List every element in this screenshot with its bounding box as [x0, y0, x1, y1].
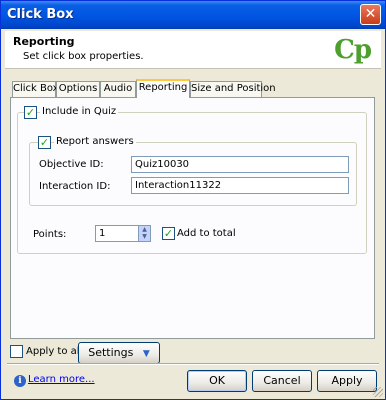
report-answers-label: Report answers — [54, 136, 136, 147]
title-bar[interactable]: Click Box ✕ — [1, 1, 385, 29]
spin-up-icon[interactable]: ▲ — [139, 226, 150, 233]
settings-label: Settings — [88, 346, 134, 359]
include-in-quiz-label: Include in Quiz — [40, 106, 119, 117]
tab-label: Audio — [103, 83, 133, 94]
interaction-id-label: Interaction ID: — [39, 181, 111, 192]
spin-down-icon[interactable]: ▼ — [139, 233, 150, 240]
close-icon: ✕ — [364, 6, 377, 22]
add-to-total-label: Add to total — [177, 228, 236, 239]
resize-grip-icon[interactable] — [373, 387, 383, 397]
apply-to-all-label: Apply to all — [26, 346, 83, 357]
info-icon: i — [14, 375, 26, 387]
window-title: Click Box — [7, 7, 74, 22]
include-in-quiz-checkbox[interactable]: ✓ — [24, 106, 37, 119]
captivate-logo-icon: Cp — [334, 35, 372, 65]
report-answers-checkbox[interactable]: ✓ — [38, 136, 51, 149]
tab-click-box[interactable]: Click Box — [12, 81, 59, 97]
objective-id-label: Objective ID: — [39, 159, 104, 170]
dialog-header: Reporting Set click box properties. Cp — [5, 31, 381, 69]
click-box-dialog: Click Box ✕ Reporting Set click box prop… — [0, 0, 386, 400]
points-spinner[interactable]: ▲ ▼ — [138, 225, 151, 242]
tab-label: Options — [58, 83, 98, 94]
objective-id-field[interactable]: Quiz10030 — [131, 156, 349, 173]
header-subtitle: Set click box properties. — [23, 51, 144, 62]
tab-label: Click Box — [13, 83, 59, 94]
tab-reporting[interactable]: Reporting — [136, 79, 190, 98]
settings-button[interactable]: Settings ▼ — [78, 342, 160, 364]
reporting-panel: ✓ Include in Quiz ✓ Report answers Objec… — [10, 97, 375, 339]
tab-label: Reporting — [138, 82, 188, 93]
tab-size-and-position[interactable]: Size and Position — [190, 81, 276, 97]
footer-divider — [7, 363, 379, 365]
points-label: Points: — [33, 229, 67, 240]
learn-more-link[interactable]: Learn more... — [28, 374, 95, 385]
ok-button[interactable]: OK — [187, 370, 247, 392]
tab-audio[interactable]: Audio — [100, 81, 136, 97]
points-field[interactable]: 1 — [95, 225, 139, 242]
close-button[interactable]: ✕ — [360, 4, 381, 25]
header-title: Reporting — [13, 35, 75, 48]
tab-label: Size and Position — [191, 83, 276, 94]
triangle-down-icon: ▼ — [142, 349, 150, 359]
cancel-button[interactable]: Cancel — [252, 370, 312, 392]
interaction-id-field[interactable]: Interaction11322 — [131, 177, 349, 194]
tab-options[interactable]: Options — [56, 81, 100, 97]
report-answers-groupbox — [29, 142, 357, 206]
add-to-total-checkbox[interactable]: ✓ — [162, 227, 175, 240]
apply-button[interactable]: Apply — [317, 370, 377, 392]
apply-to-all-checkbox[interactable]: ✓ — [10, 345, 23, 358]
